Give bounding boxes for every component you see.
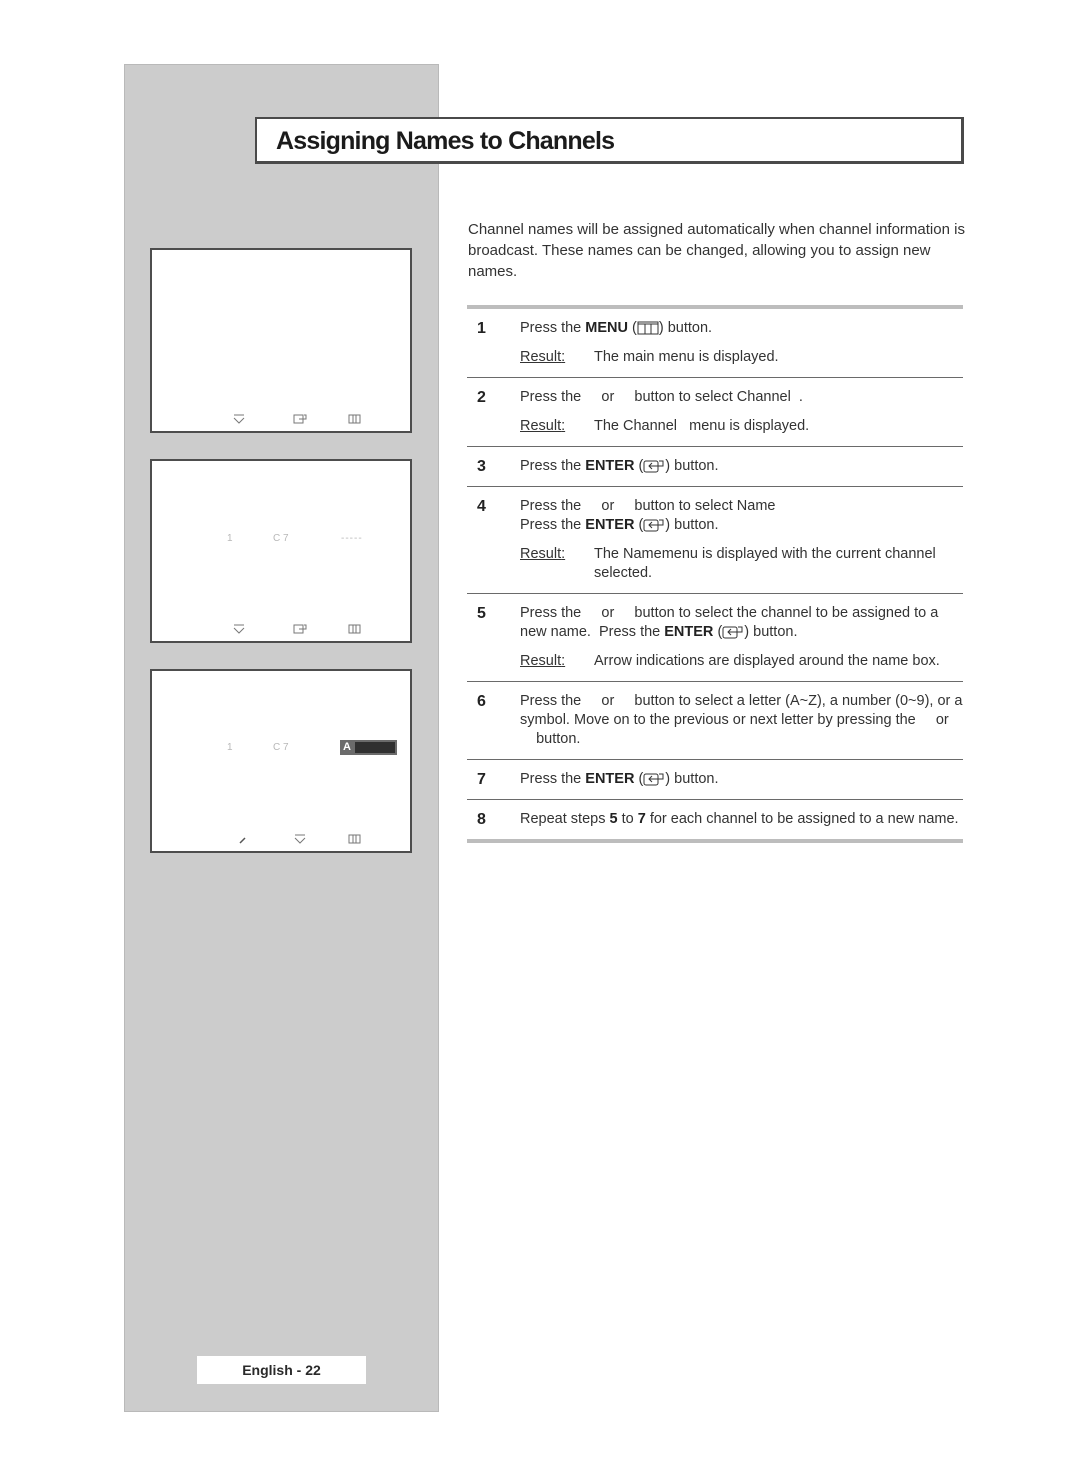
step-number: 1 (477, 320, 486, 337)
move-icon (294, 834, 306, 844)
step-2: 2 Press the or button to select Channel … (467, 378, 963, 446)
menu-icon (348, 834, 361, 844)
result-label: Result: (520, 653, 566, 669)
result-label: Result: (520, 349, 566, 365)
step-text: for each channel to be assigned to a new… (645, 811, 959, 827)
edit-icon (239, 837, 246, 844)
step-6: 6 Press the or button to select a letter… (467, 682, 963, 759)
divider (467, 839, 963, 843)
step-number: 7 (477, 771, 486, 788)
step-text: button. (749, 624, 798, 640)
step-text: button. (663, 320, 713, 336)
step-number: 6 (477, 693, 486, 710)
step-7: 7 Press the ENTER () button. (477, 771, 719, 788)
move-icon (233, 624, 245, 634)
step-4: 4 Press the or button to select Name Pre… (467, 487, 963, 593)
tv-screen-main-menu (150, 248, 412, 433)
channel-name-empty: ----- (341, 533, 363, 544)
step-text: Press the or button to select Channel . (520, 389, 803, 405)
tv-screen-name-edit: 1 C 7 A (150, 669, 412, 853)
step-8: 8 Repeat steps 5 to 7 for each channel t… (467, 800, 963, 839)
enter-key-label: ENTER (585, 517, 635, 533)
intro-paragraph: Channel names will be assigned automatic… (468, 221, 965, 280)
result-label: Result: (520, 418, 566, 434)
name-field (355, 742, 395, 753)
step-text: to (617, 811, 638, 827)
title-box: Assigning Names to Channels (255, 117, 964, 164)
enter-key-label: ENTER (664, 624, 714, 640)
step-text: Repeat steps (520, 811, 610, 827)
tv-screen-name-menu: 1 C 7 ----- (150, 459, 412, 643)
enter-icon (643, 519, 664, 532)
step-text: Press the (520, 320, 586, 336)
step-number: 2 (477, 389, 486, 406)
enter-key-label: ENTER (585, 458, 635, 474)
step-text: Press the (520, 458, 586, 474)
result-text: Arrow indications are displayed around t… (594, 653, 940, 669)
enter-icon (293, 414, 307, 424)
step-number: 4 (477, 498, 486, 515)
enter-icon (643, 460, 664, 473)
step-1: 1 Press the MENU () button. Result: The m… (477, 320, 779, 365)
channel-number: 1 (227, 533, 233, 544)
step-ref: 5 (609, 811, 618, 827)
step-text: Press the or button to select Name (520, 498, 776, 514)
step-3: 3 Press the ENTER () button. (477, 458, 719, 475)
enter-icon (293, 624, 307, 634)
page-title: Assigning Names to Channels (276, 127, 615, 155)
step-text: button. (670, 458, 719, 474)
menu-key-label: MENU (585, 320, 628, 336)
step-5: 5 Press the or button to select the chan… (477, 605, 940, 669)
step-text: button. (670, 771, 719, 787)
name-input-box[interactable]: A (340, 740, 397, 755)
menu-icon (348, 414, 361, 424)
step-text: button. (670, 517, 719, 533)
menu-icon (348, 624, 361, 634)
step-text: Press the or button to select a letter (… (520, 693, 963, 747)
step-number: 3 (477, 458, 486, 475)
channel-label: C 7 (273, 742, 289, 753)
step-text: Press the (520, 517, 586, 533)
result-text: The main menu is displayed. (594, 349, 779, 365)
enter-key-label: ENTER (585, 771, 635, 787)
result-label: Result: (520, 546, 566, 562)
enter-icon (722, 626, 743, 639)
page-number-label: English - 22 (197, 1356, 366, 1384)
name-letter: A (343, 741, 351, 753)
channel-label: C 7 (273, 533, 289, 544)
step-text: Press the (520, 771, 586, 787)
channel-number: 1 (227, 742, 233, 753)
step-number: 5 (477, 605, 486, 622)
step-ref: 7 (637, 811, 646, 827)
enter-icon (643, 773, 664, 786)
steps-list: 1 Press the MENU () button. Result: The m… (467, 305, 963, 843)
menu-icon (637, 321, 659, 335)
result-text: The Namemenu is displayed with the curre… (594, 546, 936, 581)
move-icon (233, 414, 245, 424)
step-number: 8 (477, 811, 486, 828)
result-text: The Channel menu is displayed. (594, 418, 810, 434)
